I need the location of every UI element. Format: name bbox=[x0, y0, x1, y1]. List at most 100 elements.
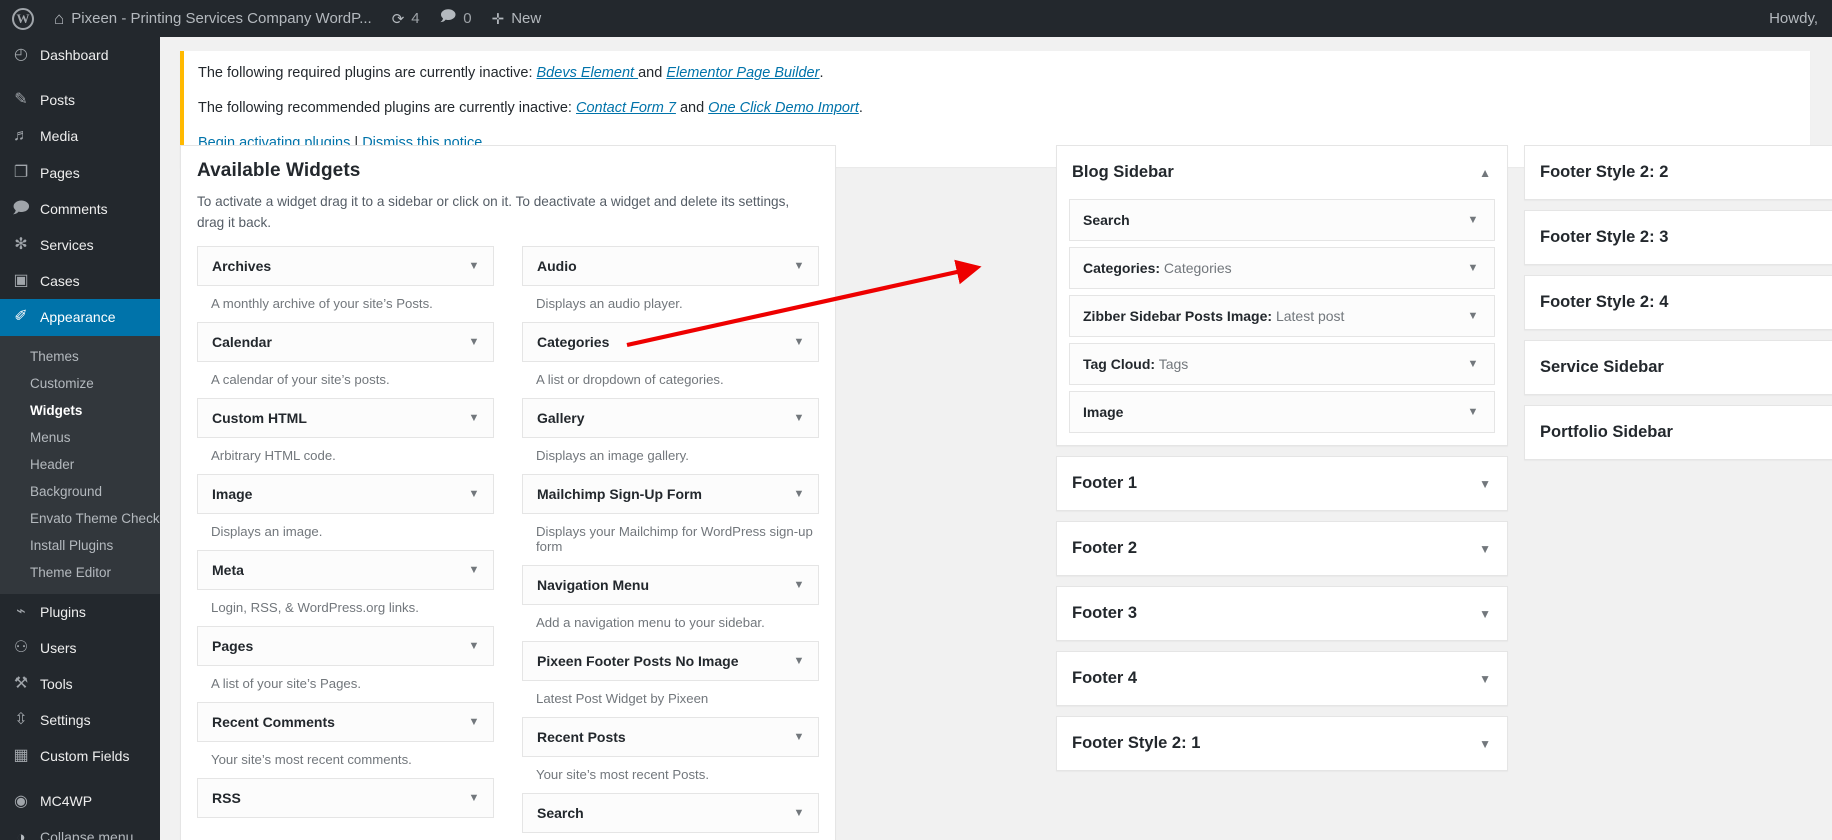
available-widget-meta[interactable]: Meta▼ bbox=[197, 550, 494, 590]
sidebar-item-tools[interactable]: ⚒ Tools bbox=[0, 666, 160, 702]
chevron-down-icon[interactable]: ▼ bbox=[467, 641, 481, 652]
chevron-down-icon[interactable]: ▼ bbox=[792, 808, 806, 819]
my-account-menu[interactable]: Howdy, bbox=[1769, 10, 1832, 27]
available-widget-calendar[interactable]: Calendar▼ bbox=[197, 322, 494, 362]
collapse-menu-button[interactable]: ◑ Collapse menu bbox=[0, 820, 160, 840]
chevron-down-icon[interactable]: ▼ bbox=[1479, 607, 1491, 621]
sidebar-widget-tag-cloud-tags[interactable]: Tag Cloud: Tags▼ bbox=[1069, 343, 1495, 385]
submenu-item-menus[interactable]: Menus bbox=[0, 424, 160, 451]
sidebar-header-footer-style-2-4[interactable]: Footer Style 2: 4▼ bbox=[1525, 276, 1832, 329]
chevron-down-icon[interactable]: ▼ bbox=[467, 489, 481, 500]
chevron-down-icon[interactable]: ▼ bbox=[467, 413, 481, 424]
chevron-down-icon[interactable]: ▼ bbox=[467, 717, 481, 728]
sidebar-widget-categories-categories[interactable]: Categories: Categories▼ bbox=[1069, 247, 1495, 289]
widget-description: Arbitrary HTML code. bbox=[197, 438, 494, 474]
available-widget-recent-posts[interactable]: Recent Posts▼ bbox=[522, 717, 819, 757]
sidebar-header-footer-2[interactable]: Footer 2▼ bbox=[1057, 522, 1507, 575]
submenu-item-theme-editor[interactable]: Theme Editor bbox=[0, 559, 160, 586]
sidebar-item-plugins[interactable]: ⌁ Plugins bbox=[0, 594, 160, 630]
sidebar-header-service-sidebar[interactable]: Service Sidebar▼ bbox=[1525, 341, 1832, 394]
sidebar-header-footer-3[interactable]: Footer 3▼ bbox=[1057, 587, 1507, 640]
submenu-item-background[interactable]: Background bbox=[0, 478, 160, 505]
sidebar-panel-portfolio-sidebar: Portfolio Sidebar▼ bbox=[1524, 405, 1832, 460]
submenu-item-envato-theme-check[interactable]: Envato Theme Check bbox=[0, 505, 160, 532]
chevron-down-icon[interactable]: ▼ bbox=[1479, 737, 1491, 751]
site-name-menu[interactable]: ⌂ Pixeen - Printing Services Company Wor… bbox=[44, 0, 382, 37]
chevron-down-icon[interactable]: ▼ bbox=[467, 565, 481, 576]
available-widget-mailchimp-sign-up-form[interactable]: Mailchimp Sign-Up Form▼ bbox=[522, 474, 819, 514]
link-elementor-page-builder[interactable]: Elementor Page Builder bbox=[666, 65, 819, 81]
submenu-item-widgets[interactable]: Widgets bbox=[0, 397, 160, 424]
sidebar-item-services[interactable]: ✻ Services bbox=[0, 227, 160, 263]
chevron-down-icon[interactable]: ▼ bbox=[467, 261, 481, 272]
new-content-button[interactable]: ✛ New bbox=[482, 0, 552, 37]
chevron-down-icon[interactable]: ▼ bbox=[1466, 215, 1480, 226]
sidebar-item-users[interactable]: ⚇ Users bbox=[0, 630, 160, 666]
sidebar-item-settings[interactable]: ⇳ Settings bbox=[0, 702, 160, 738]
notice-line-recommended: The following recommended plugins are cu… bbox=[198, 98, 1798, 120]
available-widget-archives[interactable]: Archives▼ bbox=[197, 246, 494, 286]
chevron-down-icon[interactable]: ▼ bbox=[1479, 672, 1491, 686]
chevron-down-icon[interactable]: ▼ bbox=[467, 337, 481, 348]
sidebar-item-custom-fields[interactable]: ▦ Custom Fields bbox=[0, 738, 160, 774]
link-contact-form-7[interactable]: Contact Form 7 bbox=[576, 100, 676, 116]
chevron-down-icon[interactable]: ▼ bbox=[1479, 477, 1491, 491]
sidebar-item-pages[interactable]: ❐ Pages bbox=[0, 155, 160, 191]
sidebar-widget-label: Tag Cloud: bbox=[1083, 356, 1155, 372]
chevron-down-icon[interactable]: ▼ bbox=[792, 732, 806, 743]
sidebar-header-footer-style-2-1[interactable]: Footer Style 2: 1▼ bbox=[1057, 717, 1507, 770]
sidebar-header-footer-1[interactable]: Footer 1▼ bbox=[1057, 457, 1507, 510]
chevron-down-icon[interactable]: ▼ bbox=[792, 261, 806, 272]
sidebar-item-dashboard[interactable]: ◴ Dashboard bbox=[0, 37, 160, 73]
sidebar-item-media[interactable]: ♬ Media bbox=[0, 118, 160, 154]
sidebar-header-footer-style-2-2[interactable]: Footer Style 2: 2▼ bbox=[1525, 146, 1832, 199]
sidebar-widget-image[interactable]: Image▼ bbox=[1069, 391, 1495, 433]
sidebar-header-footer-style-2-3[interactable]: Footer Style 2: 3▼ bbox=[1525, 211, 1832, 264]
link-one-click-demo-import[interactable]: One Click Demo Import bbox=[708, 100, 859, 116]
sidebar-item-appearance[interactable]: ✐ Appearance bbox=[0, 299, 160, 335]
sidebar-item-comments[interactable]: 🗩 Comments bbox=[0, 191, 160, 227]
submenu-item-header[interactable]: Header bbox=[0, 451, 160, 478]
sidebar-widget-search[interactable]: Search▼ bbox=[1069, 199, 1495, 241]
chevron-down-icon[interactable]: ▼ bbox=[1479, 542, 1491, 556]
chevron-down-icon[interactable]: ▼ bbox=[1466, 359, 1480, 370]
available-widget-pixeen-footer-posts-no-image[interactable]: Pixeen Footer Posts No Image▼ bbox=[522, 641, 819, 681]
chevron-down-icon[interactable]: ▼ bbox=[1466, 311, 1480, 322]
available-widgets-grid: Archives▼A monthly archive of your site’… bbox=[197, 246, 819, 840]
sidebar-item-cases[interactable]: ▣ Cases bbox=[0, 263, 160, 299]
sidebar-header-blog-sidebar[interactable]: Blog Sidebar▲ bbox=[1057, 146, 1507, 199]
submenu-item-customize[interactable]: Customize bbox=[0, 370, 160, 397]
sidebar-header-portfolio-sidebar[interactable]: Portfolio Sidebar▼ bbox=[1525, 406, 1832, 459]
sidebar-item-mc4wp[interactable]: ◉ MC4WP bbox=[0, 783, 160, 819]
link-bdevs-element[interactable]: Bdevs Element bbox=[537, 65, 639, 81]
submenu-item-install-plugins[interactable]: Install Plugins bbox=[0, 532, 160, 559]
available-widget-image[interactable]: Image▼ bbox=[197, 474, 494, 514]
sliders-icon: ⇳ bbox=[11, 712, 31, 728]
available-widget-rss[interactable]: RSS▼ bbox=[197, 778, 494, 818]
sidebar-header-footer-4[interactable]: Footer 4▼ bbox=[1057, 652, 1507, 705]
chevron-down-icon[interactable]: ▼ bbox=[792, 656, 806, 667]
comments-button[interactable]: 🗩 0 bbox=[430, 0, 482, 37]
chevron-down-icon[interactable]: ▼ bbox=[792, 337, 806, 348]
available-widget-custom-html[interactable]: Custom HTML▼ bbox=[197, 398, 494, 438]
chevron-down-icon[interactable]: ▼ bbox=[792, 580, 806, 591]
submenu-item-themes[interactable]: Themes bbox=[0, 343, 160, 370]
available-widget-navigation-menu[interactable]: Navigation Menu▼ bbox=[522, 565, 819, 605]
sidebar-widget-zibber-sidebar-posts-image-latest-post[interactable]: Zibber Sidebar Posts Image: Latest post▼ bbox=[1069, 295, 1495, 337]
chevron-down-icon[interactable]: ▼ bbox=[792, 489, 806, 500]
available-widget-recent-comments[interactable]: Recent Comments▼ bbox=[197, 702, 494, 742]
available-widget-categories[interactable]: Categories▼ bbox=[522, 322, 819, 362]
chevron-down-icon[interactable]: ▼ bbox=[1466, 407, 1480, 418]
chevron-up-icon[interactable]: ▲ bbox=[1479, 166, 1491, 180]
available-widget-audio[interactable]: Audio▼ bbox=[522, 246, 819, 286]
updates-button[interactable]: ⟳ 4 bbox=[382, 0, 430, 37]
available-widget-search[interactable]: Search▼ bbox=[522, 793, 819, 833]
chevron-down-icon[interactable]: ▼ bbox=[467, 793, 481, 804]
sidebar-item-posts[interactable]: ✎ Posts bbox=[0, 82, 160, 118]
chevron-down-icon[interactable]: ▼ bbox=[1466, 263, 1480, 274]
wordpress-logo-button[interactable] bbox=[0, 0, 44, 37]
available-widget-pages[interactable]: Pages▼ bbox=[197, 626, 494, 666]
sidebar-widget-label: Zibber Sidebar Posts Image: bbox=[1083, 308, 1272, 324]
available-widget-gallery[interactable]: Gallery▼ bbox=[522, 398, 819, 438]
chevron-down-icon[interactable]: ▼ bbox=[792, 413, 806, 424]
